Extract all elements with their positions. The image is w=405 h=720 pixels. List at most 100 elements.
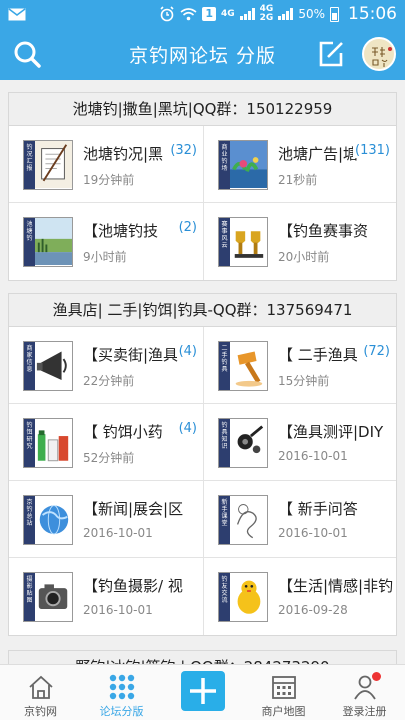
forum-thumbnail: 摄影贴图 <box>23 572 73 622</box>
forum-thumbnail: 钓况汇报 <box>23 140 73 190</box>
thumb-tag: 钓友交流 <box>219 573 230 621</box>
forum-item[interactable]: 钓饵研究 【 钓饵小药 (4) 52分钟前 <box>9 404 203 481</box>
forum-item[interactable]: 钓友交流 【生活|情感|非钓 2016-09-28 <box>203 558 396 635</box>
thumb-tag: 二手钓具 <box>219 342 230 390</box>
section-title[interactable]: 池塘钓|撒鱼|黑坑|QQ群：150122959 <box>9 93 396 126</box>
forum-name: 【渔具测评|DIY <box>278 423 384 441</box>
tab-label: 商户地图 <box>261 705 306 718</box>
forum-section: 野钓|冰钓|筏钓 | QQ群：284273290 <box>8 650 397 664</box>
forum-item[interactable]: 商家信息 【买卖街|渔具 (4) 22分钟前 <box>9 327 203 404</box>
clock: 15:06 <box>348 4 397 24</box>
forum-time: 2016-10-01 <box>278 526 348 540</box>
tab-label: 登录注册 <box>342 705 387 718</box>
forum-thumbnail: 新手课堂 <box>218 495 268 545</box>
forum-thumbnail: 钓饵研究 <box>23 418 73 468</box>
forum-time: 2016-10-01 <box>83 603 153 617</box>
forum-item[interactable]: 商业钓场 池塘广告|塘 (131) 21秒前 <box>203 126 396 203</box>
network-top-label: 4G <box>221 8 235 19</box>
forum-thumbnail: 赛事风云 <box>218 217 268 267</box>
tab-post[interactable] <box>162 665 243 720</box>
forum-time: 52分钟前 <box>83 451 135 465</box>
thumb-tag: 京钓总站 <box>24 496 35 544</box>
notebook-icon <box>35 141 72 189</box>
grid-icon <box>109 674 134 700</box>
network-indicator-2: 4G 2G <box>260 5 274 23</box>
forum-item[interactable]: 钓况汇报 池塘钓况|黑 (32) 19分钟前 <box>9 126 203 203</box>
tab-label: 京钓网 <box>24 705 57 718</box>
mail-icon <box>8 7 26 20</box>
cartoon-chick-icon <box>230 573 267 621</box>
section-title[interactable]: 渔具店| 二手|钓饵|钓具-QQ群：137569471 <box>9 294 396 327</box>
forum-thumbnail: 钓具知识 <box>218 418 268 468</box>
globe-icon <box>35 496 72 544</box>
user-avatar[interactable] <box>362 37 396 71</box>
forum-section: 池塘钓|撒鱼|黑坑|QQ群：150122959 钓况汇报 池塘钓况|黑 (32)… <box>8 92 397 281</box>
forum-time: 15分钟前 <box>278 374 330 388</box>
forum-time: 2016-10-01 <box>83 526 153 540</box>
thumb-tag: 池塘钓 <box>24 218 35 266</box>
forum-item[interactable]: 钓具知识 【渔具测评|DIY 2016-10-01 <box>203 404 396 481</box>
forum-item[interactable]: 赛事风云 【钓鱼赛事资 20小时前 <box>203 203 396 280</box>
forum-thumbnail: 商家信息 <box>23 341 73 391</box>
calendar-map-icon <box>271 676 296 699</box>
forum-count: (72) <box>361 344 390 359</box>
forum-thumbnail: 池塘钓 <box>23 217 73 267</box>
forum-item[interactable]: 二手钓具 【 二手渔具 (72) 15分钟前 <box>203 327 396 404</box>
forum-time: 2016-10-01 <box>278 449 348 463</box>
forum-item[interactable]: 摄影贴图 【钓鱼摄影/ 视 2016-10-01 <box>9 558 203 635</box>
avatar-calligraphy-icon <box>372 47 392 67</box>
notification-dot <box>372 672 381 681</box>
forum-thumbnail: 钓友交流 <box>218 572 268 622</box>
new-post-button[interactable] <box>180 671 225 711</box>
search-icon[interactable] <box>12 39 42 69</box>
sim-badge: 1 <box>202 7 217 21</box>
forum-count: (131) <box>353 143 390 158</box>
question-sketch-icon <box>230 496 267 544</box>
tab-label: 论坛分版 <box>99 705 144 718</box>
network-indicator: 4G <box>221 8 235 19</box>
forum-item[interactable]: 新手课堂 【 新手问答 2016-10-01 <box>203 481 396 558</box>
signal-icon <box>239 8 255 20</box>
forum-thumbnail: 商业钓场 <box>218 140 268 190</box>
bottom-tab-bar: 京钓网 论坛分版 商户地图 登录注册 <box>0 664 405 720</box>
plus-icon <box>189 678 216 704</box>
forum-time: 20小时前 <box>278 250 330 264</box>
thumb-tag: 赛事风云 <box>219 218 230 266</box>
forum-section: 渔具店| 二手|钓饵|钓具-QQ群：137569471 商家信息 【买卖街|渔具… <box>8 293 397 636</box>
hammer-icon <box>230 342 267 390</box>
network-bottom-label: 2G <box>259 13 274 23</box>
forum-count: (4) <box>176 344 197 359</box>
status-bar: 1 4G 4G 2G 50% 15:06 <box>0 0 405 28</box>
thumb-tag: 钓具知识 <box>219 419 230 467</box>
forum-item[interactable]: 京钓总站 【新闻|展会|区 2016-10-01 <box>9 481 203 558</box>
section-title[interactable]: 野钓|冰钓|筏钓 | QQ群：284273290 <box>9 651 396 664</box>
forum-time: 19分钟前 <box>83 173 135 187</box>
forum-count: (2) <box>176 220 197 235</box>
pond-scene-icon <box>230 141 267 189</box>
forum-time: 2016-09-28 <box>278 603 348 617</box>
tab-forum[interactable]: 论坛分版 <box>81 665 162 720</box>
forum-time: 9小时前 <box>83 250 127 264</box>
landscape-icon <box>35 218 72 266</box>
forum-thumbnail: 二手钓具 <box>218 341 268 391</box>
reel-icon <box>230 419 267 467</box>
signal-icon-2 <box>278 8 294 20</box>
battery-percent: 50% <box>298 7 325 21</box>
alarm-icon <box>160 6 174 22</box>
forum-name: 【新闻|展会|区 <box>83 500 184 518</box>
forum-name: 【 新手问答 <box>278 500 358 518</box>
forum-name: 【生活|情感|非钓 <box>278 577 394 595</box>
trophy-icon <box>230 218 267 266</box>
tab-login[interactable]: 登录注册 <box>324 665 405 720</box>
edit-icon[interactable] <box>316 39 346 69</box>
bait-bottles-icon <box>35 419 72 467</box>
forum-name: 【钓鱼摄影/ 视 <box>83 577 183 595</box>
forum-time: 22分钟前 <box>83 374 135 388</box>
tab-map[interactable]: 商户地图 <box>243 665 324 720</box>
thumb-tag: 商家信息 <box>24 342 35 390</box>
forum-item[interactable]: 池塘钓 【池塘钓技 (2) 9小时前 <box>9 203 203 280</box>
forum-count: (32) <box>168 143 197 158</box>
thumb-tag: 新手课堂 <box>219 496 230 544</box>
tab-home[interactable]: 京钓网 <box>0 665 81 720</box>
thumb-tag: 钓况汇报 <box>24 141 35 189</box>
